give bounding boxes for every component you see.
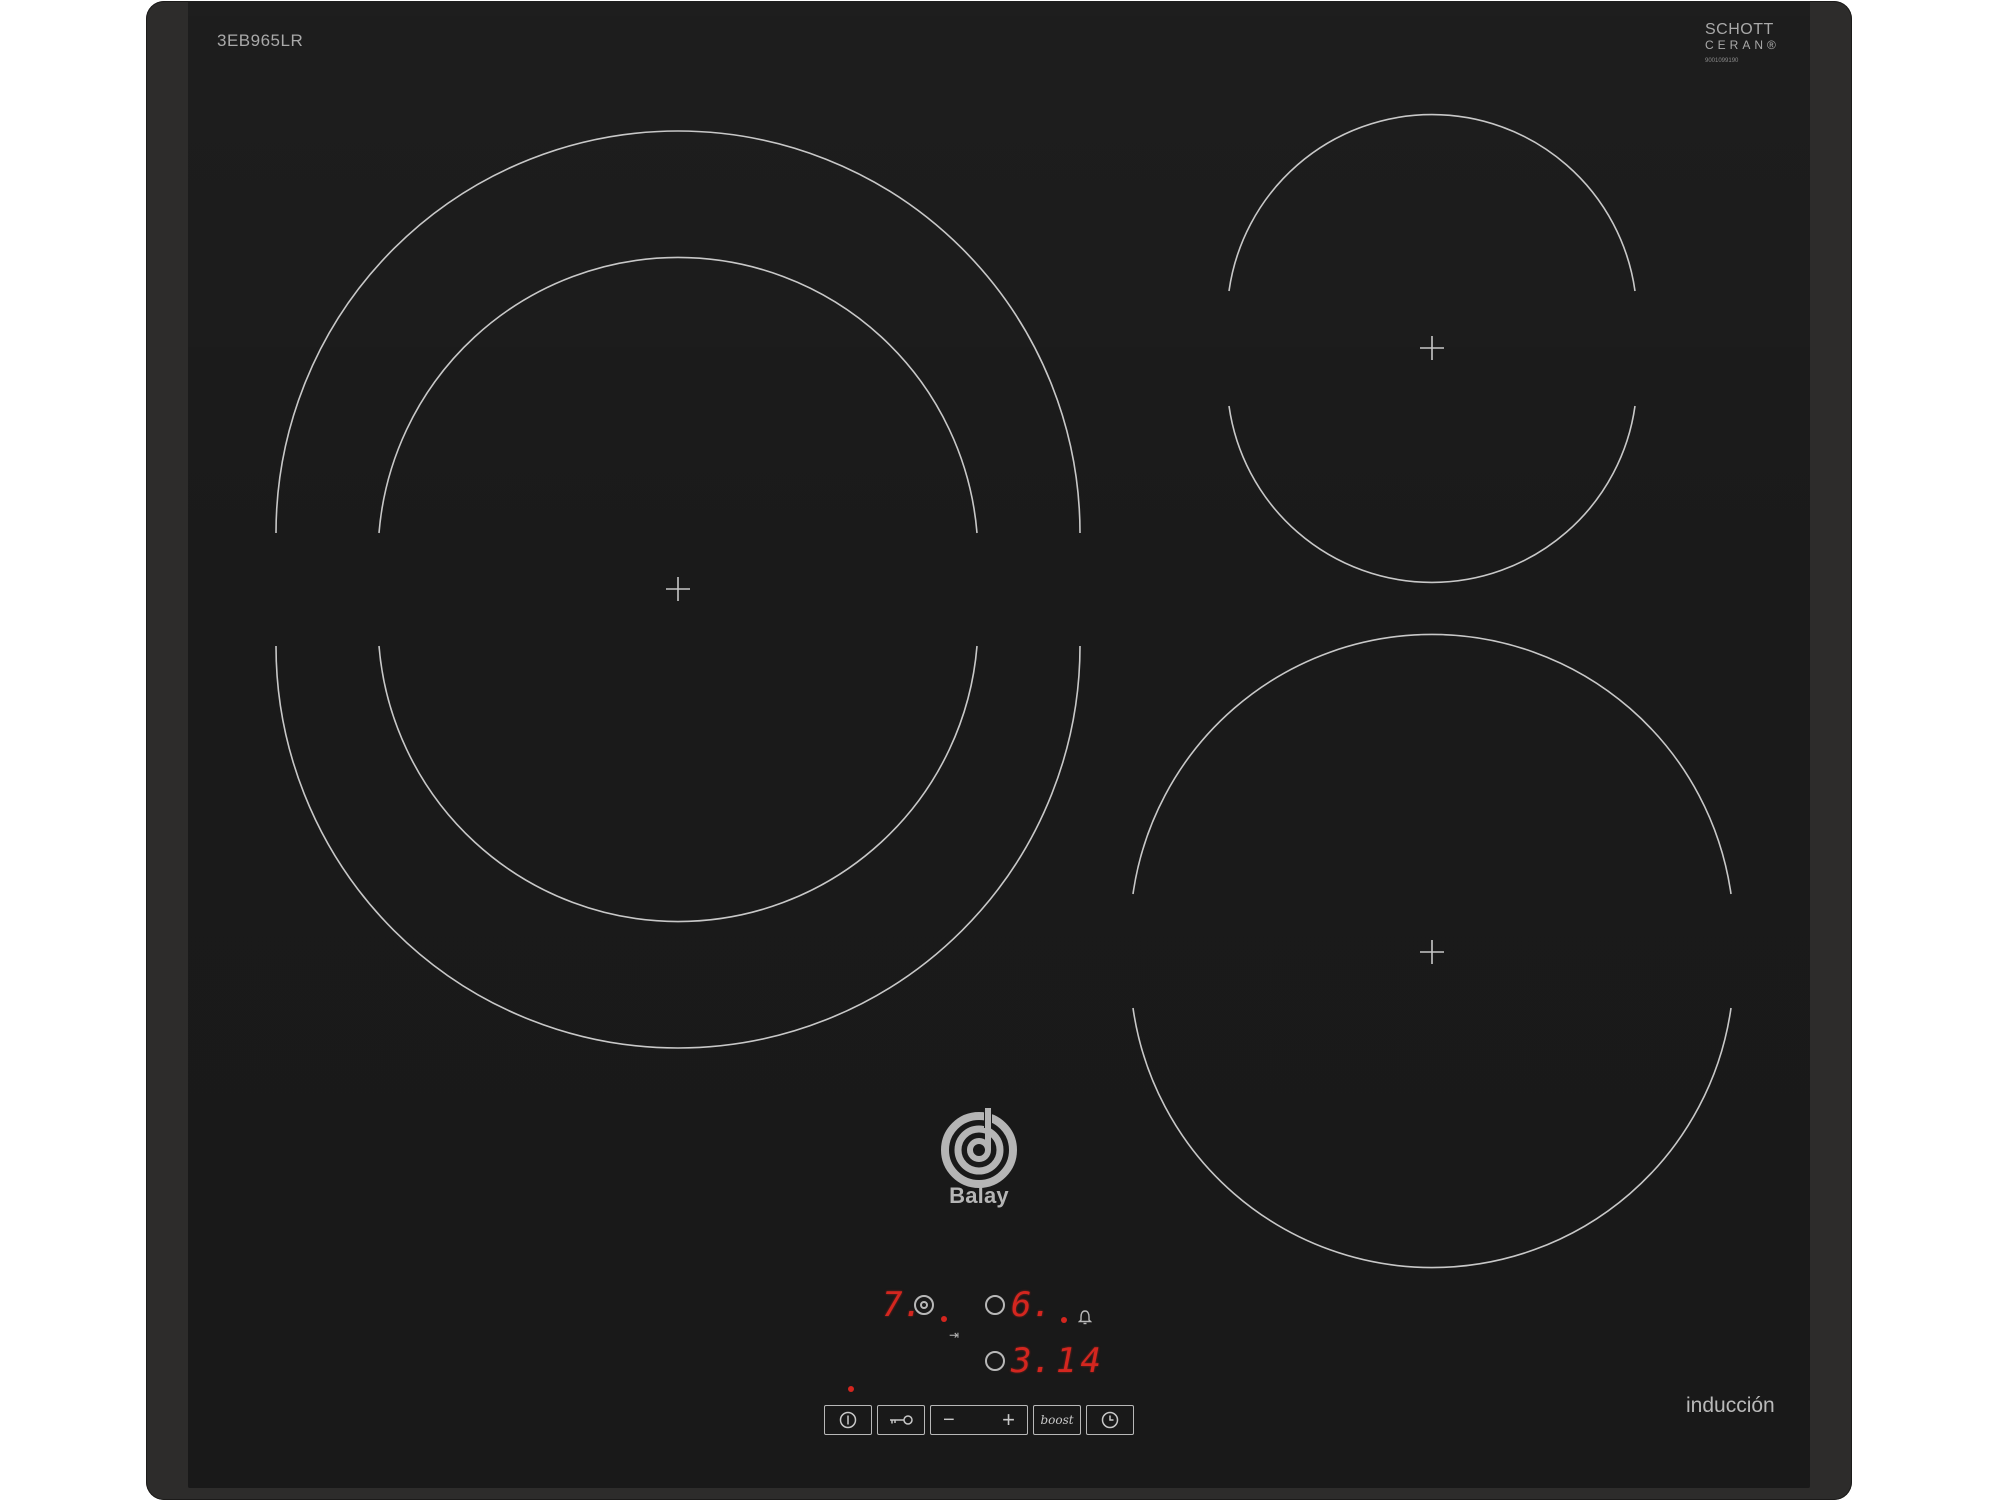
inner-ring-upper bbox=[378, 256, 978, 534]
outer-ring-lower bbox=[275, 645, 1081, 1049]
outer-ring-upper bbox=[275, 130, 1081, 534]
cooking-zone-front-right[interactable] bbox=[1132, 633, 1732, 1269]
cooking-zone-rear-right[interactable] bbox=[1228, 113, 1636, 584]
ring-lower bbox=[1132, 1007, 1732, 1269]
crosshair-icon bbox=[666, 577, 690, 601]
technology-label: inducción bbox=[1686, 1394, 1775, 1417]
inner-ring-lower bbox=[378, 645, 978, 923]
cooking-zones bbox=[275, 113, 1732, 1269]
cooktop-glass: 3EB965LR SCHOTT CERAN® 9001099190 Balay … bbox=[188, 1, 1810, 1488]
crosshair-icon bbox=[1420, 940, 1444, 964]
brand-name: Balay bbox=[949, 1183, 1009, 1208]
cooking-zone-front-left[interactable] bbox=[275, 130, 1081, 1049]
ring-lower bbox=[1228, 405, 1636, 584]
ring-upper bbox=[1228, 113, 1636, 292]
ring-upper bbox=[1132, 633, 1732, 895]
cooktop-frame: 3EB965LR SCHOTT CERAN® 9001099190 Balay … bbox=[146, 1, 1852, 1500]
crosshair-icon bbox=[1420, 336, 1444, 360]
